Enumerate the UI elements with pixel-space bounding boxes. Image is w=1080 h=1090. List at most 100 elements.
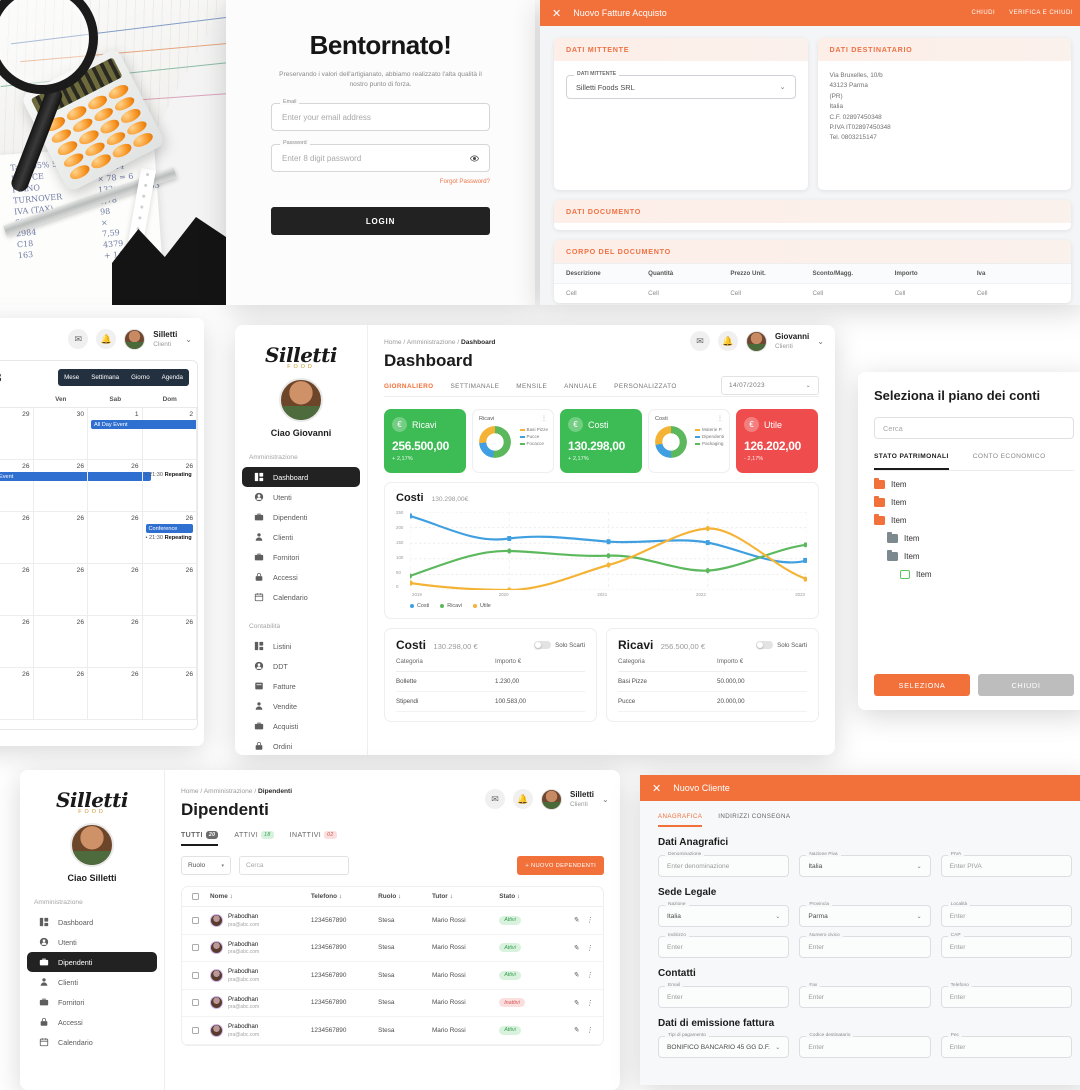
row-checkbox[interactable] <box>192 971 199 979</box>
avatar[interactable] <box>124 328 146 350</box>
calendar-cell[interactable]: 26 <box>33 668 88 720</box>
search-input[interactable]: Cerca <box>874 417 1074 439</box>
more-icon[interactable]: ⋮ <box>586 999 593 1007</box>
fax-field[interactable]: Fax Enter <box>799 982 931 1008</box>
row-checkbox[interactable] <box>192 916 199 924</box>
sidebar-item-fornitori[interactable]: Fornitori <box>242 547 360 567</box>
solo-scarti-toggle[interactable]: Solo Scarti <box>534 641 585 649</box>
row-checkbox[interactable] <box>192 1026 199 1034</box>
table-row[interactable]: Prabodhan pra@abc.com 1234567890 Stesa Ma… <box>182 935 603 962</box>
sidebar-item-dipendenti[interactable]: Dipendenti <box>242 507 360 527</box>
email-input[interactable]: Enter your email address <box>282 113 371 122</box>
sidebar-item-calendario[interactable]: Calendario <box>27 1032 157 1052</box>
tab-conto-economico[interactable]: CONTO ECONOMICO <box>973 453 1046 470</box>
bell-icon[interactable]: 🔔 <box>718 331 738 351</box>
col-categoria[interactable]: Categoria <box>618 658 717 665</box>
calendar-cell[interactable]: 26 <box>0 616 34 668</box>
chiudi-button[interactable]: CHIUDI <box>978 674 1074 696</box>
password-input[interactable]: Enter 8 digit password <box>282 154 361 163</box>
edit-icon[interactable]: ✎ <box>573 944 579 952</box>
edit-icon[interactable]: ✎ <box>573 916 579 924</box>
calendar-cell[interactable]: 26 <box>88 668 143 720</box>
sidebar-item-listini[interactable]: Listini <box>242 636 360 656</box>
tree-item[interactable]: Item <box>874 549 1074 561</box>
tab-settimanale[interactable]: SETTIMANALE <box>451 383 500 390</box>
tree-item[interactable]: Item <box>874 513 1074 525</box>
col-importo[interactable]: Importo € <box>717 658 807 665</box>
piva-field[interactable]: PIVA Enter PIVA <box>940 851 1072 877</box>
sidebar-item-dipendenti[interactable]: Dipendenti <box>27 952 157 972</box>
sidebar-item-fornitori[interactable]: Fornitori <box>27 992 157 1012</box>
sidebar-item-ordini[interactable]: Ordini <box>242 736 360 755</box>
calendar-cell[interactable]: 26 <box>88 512 143 564</box>
tab-tutti[interactable]: TUTTI 20 <box>181 831 219 846</box>
password-field[interactable]: Password Enter 8 digit password <box>271 140 490 172</box>
col-stato[interactable]: Stato ↓ <box>499 893 553 900</box>
tab-personalizzato[interactable]: PERSONALIZZATO <box>614 383 677 390</box>
col-telefono[interactable]: Telefono ↓ <box>311 893 378 900</box>
close-icon[interactable]: ✕ <box>652 782 661 795</box>
mail-icon[interactable]: ✉ <box>690 331 710 351</box>
view-mese[interactable]: Mese <box>58 369 85 386</box>
table-row[interactable]: Prabodhan pra@abc.com 1234567890 Stesa Ma… <box>182 962 603 990</box>
calendar-cell[interactable]: 30 <box>33 408 88 460</box>
tipi-pagamento-select[interactable]: Tipi di pagamento BONIFICO BANCARIO 45 GG… <box>658 1032 790 1058</box>
more-icon[interactable]: ⋮ <box>717 415 723 422</box>
edit-icon[interactable]: ✎ <box>573 999 579 1007</box>
view-agenda[interactable]: Agenda <box>156 369 189 386</box>
avatar[interactable] <box>541 788 562 810</box>
login-button[interactable]: LOGIN <box>271 207 490 235</box>
close-icon[interactable]: ✕ <box>552 7 561 20</box>
calendar-cell[interactable]: 29 <box>0 408 34 460</box>
date-select[interactable]: 14/07/2023 ⌄ <box>721 376 819 395</box>
avatar[interactable] <box>746 330 767 352</box>
col-nome[interactable]: Nome ↓ <box>210 893 311 900</box>
chevron-down-icon[interactable]: ⌄ <box>185 335 192 344</box>
codice-destinatario-field[interactable]: Codice destinatario Enter <box>799 1032 931 1058</box>
forgot-password-link[interactable]: Forgot Password? <box>271 178 490 185</box>
tab-stato-patrimonali[interactable]: STATO PATRIMONALI <box>874 453 949 470</box>
toggle-switch[interactable] <box>756 641 774 649</box>
calendar-cell[interactable]: 26 <box>88 460 143 512</box>
pec-field[interactable]: Pec Enter <box>940 1032 1072 1058</box>
more-icon[interactable]: ⋮ <box>586 916 593 924</box>
breadcrumb-home[interactable]: Home <box>384 339 402 346</box>
calendar-cell[interactable]: 26 <box>33 616 88 668</box>
mail-icon[interactable]: ✉ <box>485 789 505 809</box>
calendar-event-time[interactable]: • 21:30 Repeating <box>146 472 194 478</box>
numero-civico-field[interactable]: Numero civico Enter <box>799 932 931 958</box>
chevron-down-icon[interactable]: ⌄ <box>817 337 824 346</box>
calendar-cell[interactable]: 26 <box>33 564 88 616</box>
nazione-piva-select[interactable]: Nazione Piva Italia ⌄ <box>799 851 931 877</box>
calendar-cell[interactable]: 26 <box>0 668 34 720</box>
verifica-chiudi-button[interactable]: VERIFICA E CHIUDI <box>1009 10 1073 16</box>
localita-field[interactable]: Località Enter <box>940 901 1072 927</box>
more-icon[interactable]: ⋮ <box>586 1026 593 1034</box>
table-row[interactable]: Prabodhan pra@abc.com 1234567890 Stesa Ma… <box>182 907 603 935</box>
calendar-cell[interactable]: 26 <box>0 564 34 616</box>
calendar-cell[interactable]: 26 <box>0 512 34 564</box>
indirizzo-field[interactable]: Indirizzo Enter <box>658 932 790 958</box>
nazione-select[interactable]: Nazione Italia ⌄ <box>658 901 790 927</box>
calendar-cell[interactable]: 26 <box>142 668 197 720</box>
denominazione-field[interactable]: Denominazione Enter denominazione <box>658 851 790 877</box>
calendar-event[interactable]: Conference <box>145 524 193 533</box>
cap-field[interactable]: CAP Enter <box>940 932 1072 958</box>
view-settimana[interactable]: Settimana <box>85 369 125 386</box>
email-field[interactable]: Email Enter <box>658 982 790 1008</box>
bell-icon[interactable]: 🔔 <box>513 789 533 809</box>
tree-item[interactable]: Item <box>874 477 1074 489</box>
tree-item[interactable]: Item <box>874 495 1074 507</box>
new-dipendente-button[interactable]: + NUOVO DEPENDENTI <box>517 856 604 875</box>
tree-item[interactable]: Item <box>874 570 1074 579</box>
calendar-cell[interactable]: 26 Conference • 21:30 Repeating <box>142 512 197 564</box>
row-checkbox[interactable] <box>192 999 199 1007</box>
sidebar-item-accessi[interactable]: Accessi <box>27 1012 157 1032</box>
calendar-cell[interactable]: 26 <box>33 460 88 512</box>
col-tutor[interactable]: Tutor ↓ <box>432 893 499 900</box>
more-icon[interactable]: ⋮ <box>586 971 593 979</box>
more-icon[interactable]: ⋮ <box>586 944 593 952</box>
tab-indirizzi-consegna[interactable]: INDIRIZZI CONSEGNA <box>718 813 790 827</box>
breadcrumb-amministrazione[interactable]: Amministrazione <box>204 788 253 795</box>
col-ruolo[interactable]: Ruolo ↓ <box>378 893 432 900</box>
